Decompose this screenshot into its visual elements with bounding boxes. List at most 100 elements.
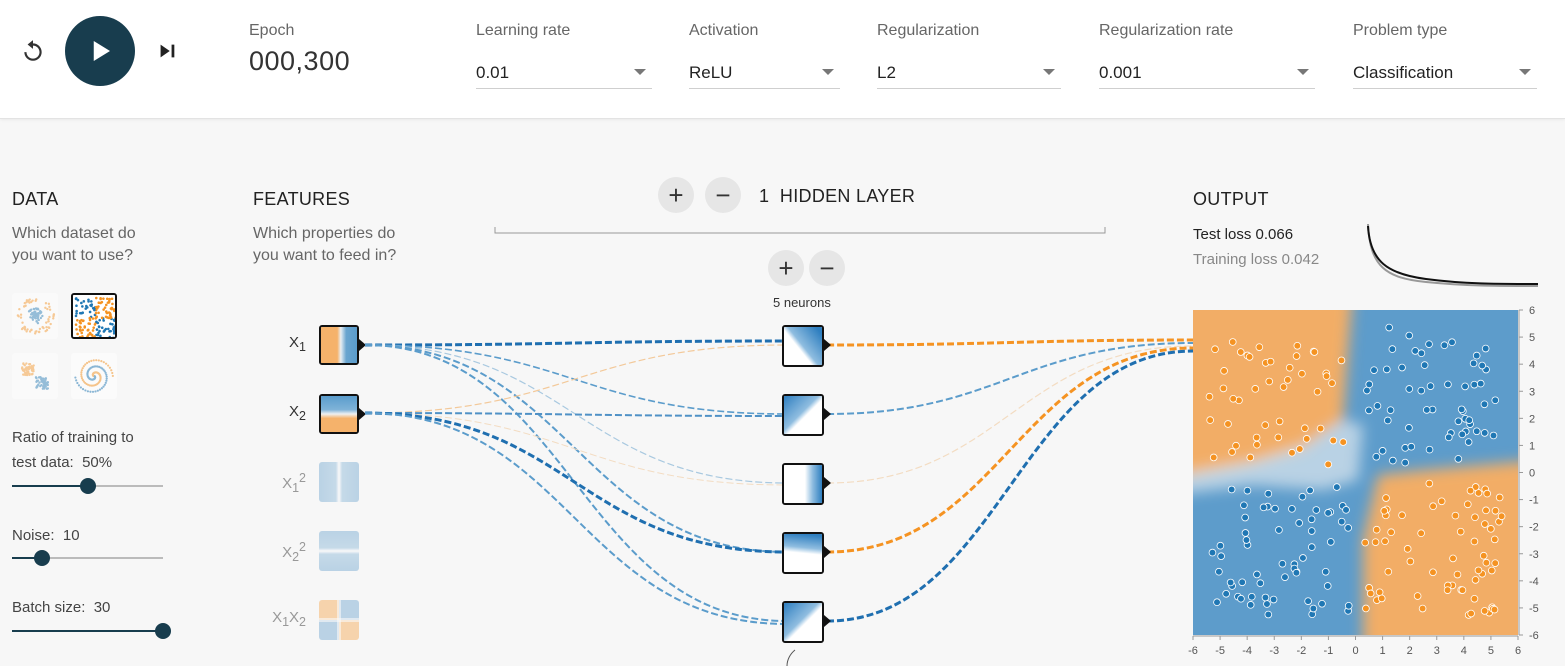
data-point — [1398, 511, 1406, 520]
neuron-3[interactable] — [782, 463, 824, 505]
data-point — [1398, 363, 1406, 372]
data-point — [1299, 554, 1307, 562]
data-point — [1429, 502, 1437, 511]
data-point — [1407, 442, 1416, 451]
data-point — [1449, 554, 1457, 563]
data-point — [1307, 543, 1316, 551]
data-point — [1491, 559, 1500, 567]
data-point — [1437, 497, 1446, 506]
y-tick-label: 5 — [1529, 332, 1535, 344]
data-point — [1384, 567, 1393, 576]
link-x2-n5 — [364, 412, 788, 625]
data-point — [1301, 424, 1309, 433]
data-point — [1401, 444, 1410, 452]
output-title: OUTPUT — [1193, 189, 1269, 209]
y-tick-label: -3 — [1529, 549, 1539, 561]
data-point — [1227, 485, 1236, 494]
decision-boundary-plot — [1173, 290, 1538, 655]
data-point — [1306, 486, 1314, 495]
data-point — [1298, 369, 1306, 378]
data-point — [1304, 597, 1312, 605]
data-point — [1383, 416, 1392, 425]
data-point — [1236, 348, 1245, 356]
data-point — [1275, 417, 1284, 426]
data-point — [1425, 340, 1433, 348]
data-point — [1495, 493, 1504, 502]
data-point — [1480, 429, 1489, 437]
data-point — [1275, 526, 1283, 534]
data-point — [1259, 503, 1268, 512]
data-point — [1487, 566, 1496, 575]
data-point — [1444, 380, 1452, 389]
data-point — [1309, 604, 1318, 613]
data-point — [1219, 384, 1228, 393]
data-point — [1388, 345, 1397, 353]
data-point — [1328, 379, 1336, 387]
data-point — [1373, 402, 1382, 410]
data-point — [1380, 507, 1389, 515]
data-point — [1491, 396, 1500, 405]
data-point — [1271, 504, 1279, 513]
data-point — [1293, 341, 1302, 350]
data-point — [1490, 605, 1499, 614]
data-point — [1476, 379, 1485, 388]
data-point — [1295, 519, 1303, 527]
neuron-2-connector — [824, 408, 831, 420]
data-point — [1456, 527, 1465, 536]
data-point — [1337, 517, 1346, 526]
neuron-1[interactable] — [782, 325, 824, 367]
data-point — [1266, 357, 1275, 366]
data-point — [1240, 501, 1248, 510]
data-point — [1237, 594, 1245, 603]
data-point — [1472, 351, 1481, 360]
data-point — [1242, 536, 1251, 544]
y-tick-label: 6 — [1529, 305, 1535, 317]
data-point — [1264, 489, 1273, 498]
link-x1-n1 — [364, 339, 788, 347]
data-point — [1251, 385, 1260, 393]
y-tick-label: -5 — [1529, 603, 1539, 615]
data-point — [1405, 385, 1414, 393]
neuron-2[interactable] — [782, 394, 824, 436]
data-point — [1274, 433, 1283, 442]
data-point — [1322, 372, 1331, 380]
data-point — [1329, 436, 1338, 445]
data-point — [1454, 455, 1463, 463]
data-point — [1470, 594, 1479, 603]
data-point — [1482, 506, 1490, 515]
data-point — [1279, 383, 1288, 391]
data-point — [1284, 376, 1292, 384]
data-point — [1417, 349, 1426, 357]
data-point — [1312, 506, 1321, 514]
data-point — [1323, 582, 1332, 590]
neuron-3-connector — [824, 477, 831, 489]
data-point — [1241, 529, 1250, 537]
data-point — [1256, 579, 1265, 587]
data-point — [1344, 524, 1352, 532]
neuron-4[interactable] — [782, 532, 824, 574]
data-point — [1453, 570, 1462, 579]
data-point — [1252, 433, 1261, 442]
data-point — [1467, 609, 1475, 618]
data-point — [1479, 551, 1488, 560]
data-point — [1481, 344, 1490, 353]
data-point — [1310, 348, 1319, 356]
data-point — [1401, 458, 1409, 467]
data-point — [1478, 361, 1486, 370]
data-point — [1471, 513, 1479, 522]
data-point — [1226, 578, 1235, 587]
neuron-5[interactable] — [782, 601, 824, 643]
x-tick-label: -4 — [1242, 645, 1252, 657]
data-point — [1457, 405, 1466, 414]
data-point — [1365, 380, 1374, 389]
data-point — [1292, 568, 1301, 577]
data-point — [1361, 538, 1369, 547]
data-point — [1342, 506, 1350, 514]
data-point — [1255, 343, 1264, 351]
data-point — [1480, 607, 1489, 615]
data-point — [1278, 559, 1287, 568]
data-point — [1295, 445, 1304, 453]
data-point — [1464, 438, 1473, 446]
x-tick-label: -2 — [1296, 645, 1306, 657]
y-tick-label: 1 — [1529, 440, 1535, 452]
